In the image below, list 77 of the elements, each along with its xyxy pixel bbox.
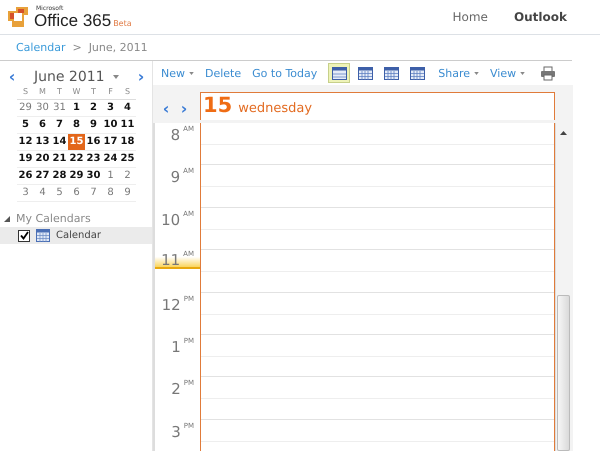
calendar-day[interactable]: 30 [85,168,102,185]
calendar-day[interactable]: 11 [119,117,136,134]
breadcrumb-separator: > [72,41,82,54]
section-title: My Calendars [16,212,91,225]
day-number: 15 [203,93,232,117]
weekday-label: T [85,85,102,100]
caret-icon [474,72,480,74]
previous-month-button[interactable]: ‹ [5,70,19,84]
calendar-day[interactable]: 7 [85,185,102,202]
nav-link[interactable]: Outlook [514,10,567,24]
calendar-day[interactable]: 1 [102,168,119,185]
calendar-day[interactable]: 29 [68,168,85,185]
next-day-button[interactable]: › [177,98,191,120]
new-menu[interactable]: New [161,66,194,80]
calendar-day[interactable]: 9 [85,117,102,134]
calendar-day[interactable]: 3 [102,100,119,117]
calendar-day[interactable]: 31 [51,100,68,117]
calendar-day[interactable]: 30 [34,100,51,117]
calendar-day[interactable]: 24 [102,151,119,168]
view-button[interactable] [328,63,350,83]
calendar-day[interactable]: 2 [85,100,102,117]
weekday-label: W [68,85,85,100]
month-picker[interactable]: June 2011 [34,69,120,85]
calendar-day[interactable]: 6 [34,117,51,134]
calendar-day[interactable]: 2 [119,168,136,185]
calendar-day[interactable]: 1 [68,100,85,117]
calendar-day[interactable]: 17 [102,134,119,151]
expand-triangle-icon[interactable] [4,216,10,222]
weekday-label: F [102,85,119,100]
calendar-day[interactable]: 6 [68,185,85,202]
calendar-day[interactable]: 22 [68,151,85,168]
calendar-day[interactable]: 12 [17,134,34,151]
printer-icon[interactable] [540,66,556,80]
calendar-day[interactable]: 16 [85,134,102,151]
calendar-day[interactable]: 28 [51,168,68,185]
toolbar-link[interactable]: Delete [205,66,242,80]
calendar-day[interactable]: 4 [34,185,51,202]
calendar-day[interactable]: 23 [85,151,102,168]
nav-link[interactable]: Home [452,10,488,24]
caret-icon [113,75,120,80]
toolbar-link[interactable]: Go to Today [252,66,318,80]
previous-day-button[interactable]: ‹ [159,98,173,120]
calendar-day[interactable]: 25 [119,151,136,168]
caret-icon [189,72,194,74]
calendar-day[interactable]: 13 [34,134,51,151]
calendar-day[interactable]: 18 [119,134,136,151]
calendar-day[interactable]: 8 [102,185,119,202]
calendar-day[interactable]: 21 [51,151,68,168]
calendar-day[interactable]: 20 [34,151,51,168]
calendar-day[interactable]: 26 [17,168,34,185]
calendar-list-item[interactable]: Calendar [0,227,152,244]
weekday-label: M [34,85,51,100]
calendar-day[interactable]: 5 [51,185,68,202]
scroll-up-icon[interactable] [560,131,566,135]
calendar-day[interactable]: 3 [17,185,34,202]
weekday-label: S [17,85,34,100]
calendar-day[interactable]: 4 [119,100,136,117]
breadcrumb-current: June, 2011 [88,41,148,54]
caret-icon [520,72,526,74]
beta-tag: Beta [113,20,132,28]
toolbar-menu[interactable]: Share [438,66,480,80]
scrollbar[interactable] [555,123,570,451]
calendar-day[interactable]: 29 [17,100,34,117]
weekday-name: wednesday [238,101,312,116]
calendar-day[interactable]: 19 [17,151,34,168]
next-month-button[interactable]: › [134,70,148,84]
calendar-icon [36,229,50,242]
weekday-label: S [119,85,136,100]
checkbox[interactable] [18,230,30,242]
brand-name: Office 365 [34,12,112,28]
toolbar-menu[interactable]: View [490,66,526,80]
calendar-day[interactable]: 10 [102,117,119,134]
calendar-day[interactable]: 7 [51,117,68,134]
weekday-label: T [51,85,68,100]
calendar-day[interactable]: 9 [119,185,136,202]
calendar-day[interactable]: 27 [34,168,51,185]
calendar-day[interactable]: 5 [17,117,34,134]
